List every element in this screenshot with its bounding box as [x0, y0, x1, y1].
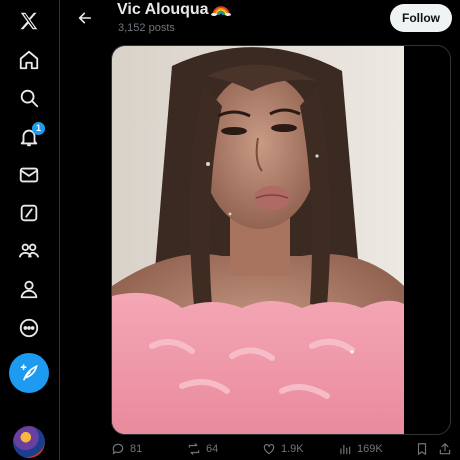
communities-icon[interactable] [8, 230, 50, 272]
repost-button[interactable]: 64 [187, 442, 218, 456]
rainbow-emoji-icon [210, 3, 231, 17]
repost-icon [188, 443, 200, 455]
reply-button[interactable]: 81 [111, 442, 142, 456]
like-count: 1.9K [281, 443, 304, 455]
back-button[interactable] [73, 6, 97, 30]
profile-name: Vic Alouqua [117, 1, 209, 18]
feather-plus-icon [20, 364, 38, 381]
like-button[interactable]: 1.9K [262, 442, 304, 456]
post-actions: 81 64 1.9K 169K [111, 440, 456, 460]
follow-button[interactable]: Follow [390, 4, 452, 32]
profile-header: Vic Alouqua 3,152 posts Follow [61, 0, 460, 40]
mail-icon[interactable] [8, 154, 50, 196]
x-logo-icon[interactable] [8, 0, 50, 42]
search-icon[interactable] [8, 77, 50, 119]
heart-icon [263, 444, 275, 455]
bookmark-icon [417, 443, 427, 455]
share-button[interactable] [438, 442, 452, 456]
bell-icon[interactable]: 1 [8, 116, 50, 158]
profile-name-row: Vic Alouqua [117, 1, 231, 19]
reply-count: 81 [130, 443, 143, 455]
reply-icon [112, 443, 124, 455]
app: 1 Vic Alouqua 3,152 posts Follow 81 64 1… [0, 0, 460, 460]
share-icon [439, 443, 451, 455]
post-photo [112, 46, 404, 434]
notification-badge: 1 [32, 122, 45, 135]
views-button[interactable]: 169K [338, 442, 383, 456]
views-count: 169K [357, 443, 383, 455]
nav-rail: 1 [0, 0, 60, 460]
account-avatar[interactable] [13, 426, 45, 458]
more-icon[interactable] [8, 307, 50, 349]
profile-icon[interactable] [8, 268, 50, 310]
grok-icon[interactable] [8, 192, 50, 234]
analytics-icon [340, 444, 351, 455]
post-media[interactable] [111, 45, 451, 435]
post-button[interactable] [9, 353, 49, 393]
home-icon[interactable] [8, 39, 50, 81]
repost-count: 64 [206, 443, 219, 455]
arrow-left-icon [78, 12, 92, 24]
posts-count: 3,152 posts [118, 22, 175, 34]
bookmark-button[interactable] [415, 442, 429, 456]
